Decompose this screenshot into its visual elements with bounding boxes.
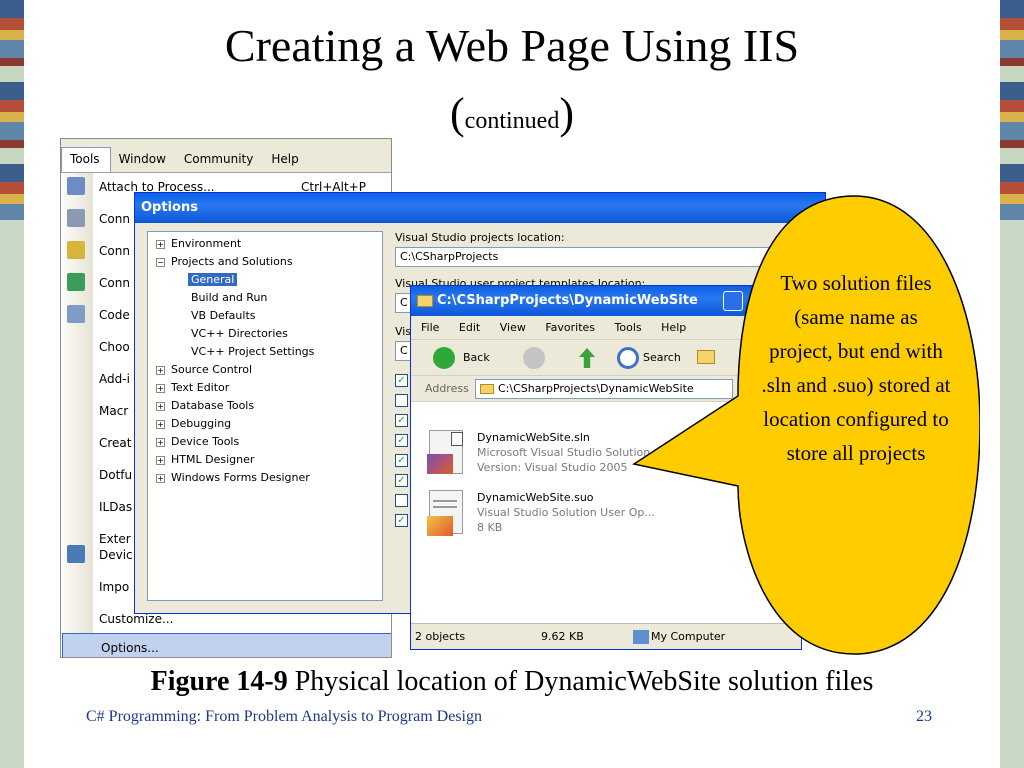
- menu-favorites[interactable]: Favorites: [545, 321, 595, 334]
- tree-vb-defaults[interactable]: VB Defaults: [191, 307, 256, 325]
- status-objects: 2 objects: [415, 630, 466, 643]
- menu-community[interactable]: Community: [176, 148, 263, 172]
- address-folder-icon: [480, 384, 494, 394]
- status-size: 9.62 KB: [541, 630, 584, 643]
- menu-item-connect-2[interactable]: Conn: [99, 237, 130, 265]
- tree-projects-solutions[interactable]: − Projects and Solutions: [156, 253, 293, 271]
- connect-server-icon: [67, 273, 85, 291]
- menu-item-code[interactable]: Code: [99, 301, 130, 329]
- connect-icon: [67, 209, 85, 227]
- menu-item-connect-1[interactable]: Conn: [99, 205, 130, 233]
- tree-device-tools[interactable]: + Device Tools: [156, 433, 239, 451]
- option-checkbox-6[interactable]: ✓: [395, 474, 408, 487]
- tree-source-control[interactable]: + Source Control: [156, 361, 252, 379]
- tree-build-run[interactable]: Build and Run: [191, 289, 267, 307]
- attach-process-icon: [67, 177, 85, 195]
- folder-icon: [417, 295, 433, 307]
- address-label: Address: [425, 382, 469, 395]
- back-button[interactable]: Back: [463, 351, 490, 364]
- menu-item-choose[interactable]: Choo: [99, 333, 130, 361]
- menu-item-import[interactable]: Impo: [99, 573, 129, 601]
- connect-database-icon: [67, 241, 85, 259]
- projects-location-label: Visual Studio projects location:: [395, 231, 565, 244]
- menu-item-dotfuscator[interactable]: Dotfu: [99, 461, 132, 489]
- option-checkbox-3[interactable]: ✓: [395, 414, 408, 427]
- tree-vc-project-settings[interactable]: VC++ Project Settings: [191, 343, 314, 361]
- tree-html-designer[interactable]: + HTML Designer: [156, 451, 254, 469]
- tree-general[interactable]: General: [188, 271, 238, 289]
- menu-tools[interactable]: Tools: [61, 147, 111, 172]
- tree-environment[interactable]: + Environment: [156, 235, 241, 253]
- option-checkbox-2[interactable]: [395, 394, 408, 407]
- page-number: 23: [916, 708, 932, 725]
- solution-file-icon: [423, 430, 467, 478]
- menu-file[interactable]: File: [421, 321, 439, 334]
- menu-item-ildasm[interactable]: ILDas: [99, 493, 132, 521]
- menu-edit[interactable]: Edit: [459, 321, 480, 334]
- option-checkbox-8[interactable]: ✓: [395, 514, 408, 527]
- tree-debugging[interactable]: + Debugging: [156, 415, 231, 433]
- menu-item-macros[interactable]: Macr: [99, 397, 128, 425]
- up-folder-icon[interactable]: [579, 348, 595, 368]
- figure-caption: Figure 14-9 Physical location of Dynamic…: [150, 666, 874, 697]
- tree-windows-forms-designer[interactable]: + Windows Forms Designer: [156, 469, 310, 487]
- slide-footer: C# Programming: From Problem Analysis to…: [86, 708, 482, 725]
- menu-help[interactable]: Help: [263, 148, 308, 172]
- option-checkbox-5[interactable]: ✓: [395, 454, 408, 467]
- menu-item-device[interactable]: Devic: [99, 541, 133, 569]
- tree-text-editor[interactable]: + Text Editor: [156, 379, 229, 397]
- back-arrow-icon[interactable]: [433, 347, 455, 369]
- option-checkbox-1[interactable]: ✓: [395, 374, 408, 387]
- menu-view[interactable]: View: [500, 321, 526, 334]
- menu-item-connect-3[interactable]: Conn: [99, 269, 130, 297]
- forward-arrow-icon[interactable]: [523, 347, 545, 369]
- menu-window[interactable]: Window: [111, 148, 176, 172]
- menu-item-create[interactable]: Creat: [99, 429, 132, 457]
- callout-text: Two solution files (same name as project…: [761, 271, 951, 465]
- code-snippets-icon: [67, 305, 85, 323]
- option-checkbox-4[interactable]: ✓: [395, 434, 408, 447]
- slide-title: Creating a Web Page Using IIS: [224, 20, 800, 71]
- menu-item-addin[interactable]: Add-i: [99, 365, 130, 393]
- suo-file-icon: [423, 490, 467, 538]
- device-icon: [67, 545, 85, 563]
- menu-bar: Tools Window Community Help: [61, 139, 391, 173]
- tree-database-tools[interactable]: + Database Tools: [156, 397, 254, 415]
- option-checkbox-7[interactable]: [395, 494, 408, 507]
- tree-vc-directories[interactable]: VC++ Directories: [191, 325, 288, 343]
- options-tree: + Environment − Projects and Solutions Gen…: [147, 231, 383, 601]
- menu-item-options[interactable]: Options...: [62, 633, 391, 657]
